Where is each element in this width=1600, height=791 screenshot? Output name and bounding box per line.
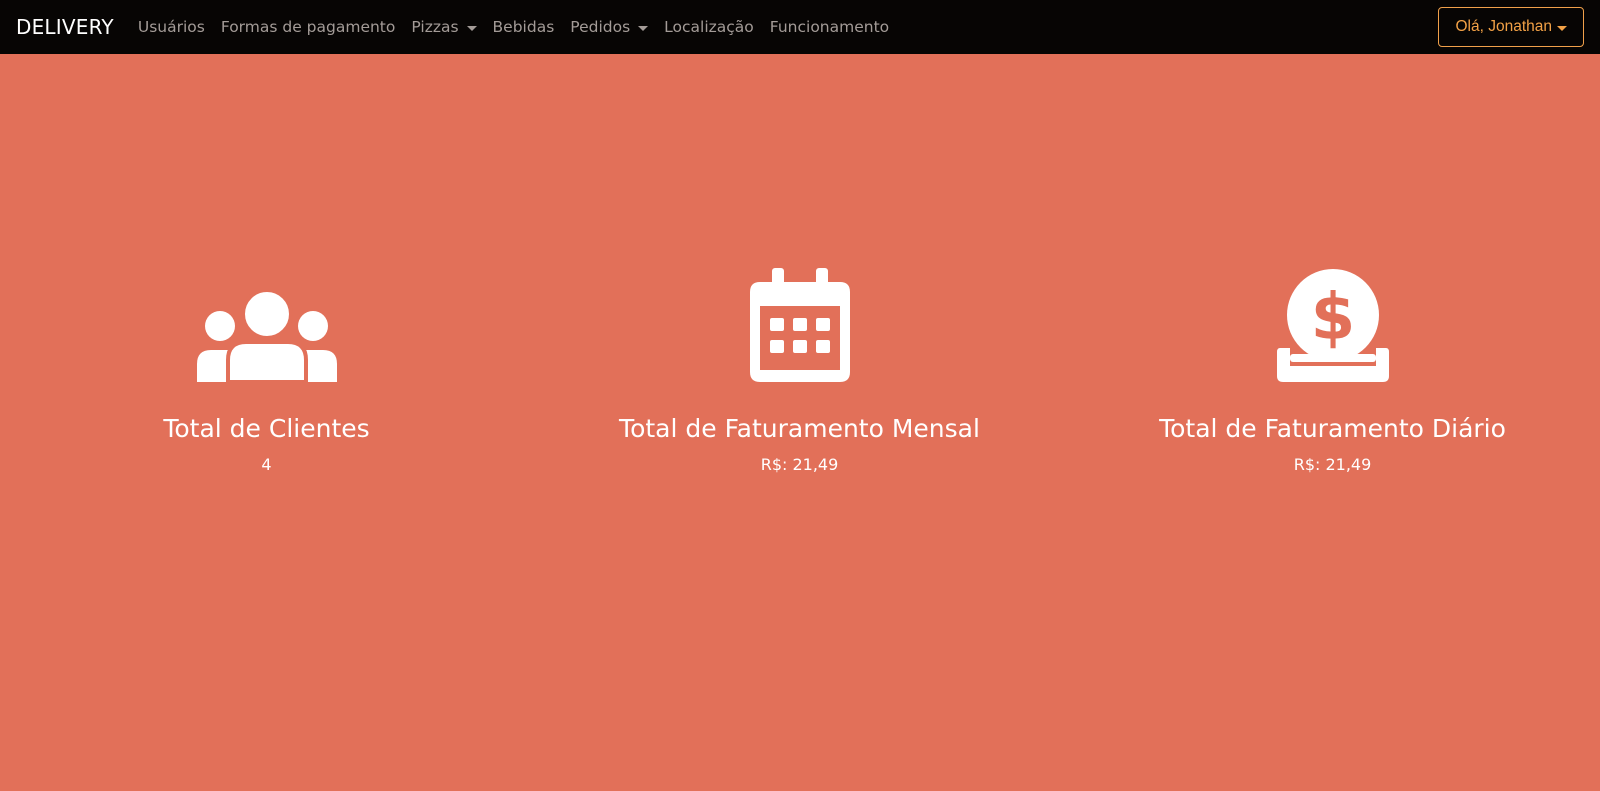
nav-menu: Usuários Formas de pagamento Pizzas Bebi…: [130, 18, 897, 36]
nav-item-pizzas-dropdown[interactable]: Pizzas: [403, 18, 484, 36]
card-total-clientes: Total de Clientes 4: [0, 264, 533, 474]
user-menu-button[interactable]: Olá, Jonathan: [1438, 7, 1584, 47]
card-faturamento-diario: $ Total de Faturamento Diário R$: 21,49: [1066, 264, 1599, 474]
brand-logo[interactable]: DELIVERY: [16, 15, 114, 39]
svg-text:$: $: [1310, 281, 1355, 355]
card-faturamento-mensal: Total de Faturamento Mensal R$: 21,49: [533, 264, 1066, 474]
caret-down-icon: [466, 25, 477, 31]
nav-item-label: Usuários: [137, 18, 205, 36]
nav-item-pedidos-dropdown[interactable]: Pedidos: [562, 18, 656, 36]
card-value: R$: 21,49: [760, 455, 839, 474]
top-navbar: DELIVERY Usuários Formas de pagamento Pi…: [0, 0, 1600, 54]
user-menu-label: Olá, Jonathan: [1455, 18, 1552, 35]
nav-item-label: Formas de pagamento: [220, 18, 396, 36]
dashboard-cards: Total de Clientes 4 Total de Faturamento: [0, 54, 1600, 791]
caret-down-icon: [638, 25, 649, 31]
calendar-icon: [533, 264, 1066, 382]
nav-item-localizacao[interactable]: Localização: [656, 18, 762, 36]
card-value: 4: [261, 455, 272, 474]
nav-item-label: Pizzas: [411, 18, 459, 36]
money-deposit-icon: $: [1066, 264, 1599, 382]
nav-item-label: Pedidos: [570, 18, 631, 36]
nav-item-formas-de-pagamento[interactable]: Formas de pagamento: [213, 18, 404, 36]
nav-item-label: Localização: [664, 18, 754, 36]
users-icon: [0, 264, 533, 382]
card-title: Total de Clientes: [163, 414, 370, 443]
nav-item-label: Bebidas: [492, 18, 555, 36]
card-title: Total de Faturamento Diário: [1159, 414, 1506, 443]
nav-item-bebidas[interactable]: Bebidas: [485, 18, 563, 36]
nav-item-usuarios[interactable]: Usuários: [130, 18, 213, 36]
nav-item-label: Funcionamento: [769, 18, 890, 36]
caret-down-icon: [1557, 25, 1567, 31]
nav-item-funcionamento[interactable]: Funcionamento: [762, 18, 897, 36]
card-title: Total de Faturamento Mensal: [619, 414, 980, 443]
card-value: R$: 21,49: [1293, 455, 1372, 474]
